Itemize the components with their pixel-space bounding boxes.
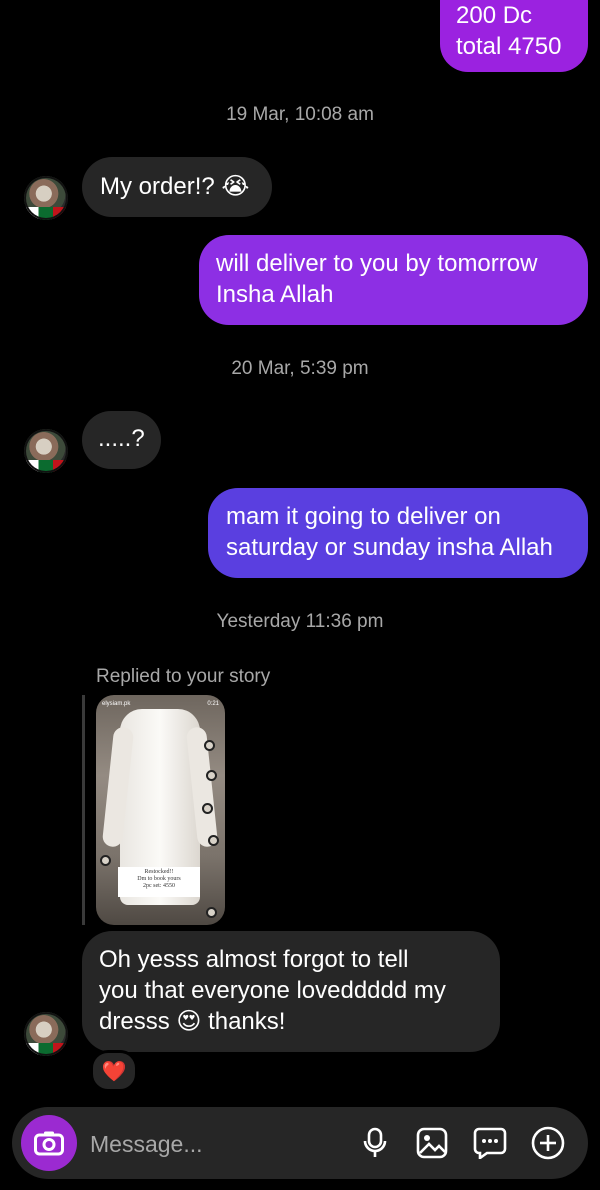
- story-caption-card: Restocked!! Dm to book yours 2pc set: 45…: [118, 867, 200, 897]
- sent-message-line: saturday or sunday insha Allah: [226, 534, 553, 561]
- gallery-icon: [416, 1127, 448, 1159]
- message-text: thanks!: [208, 1008, 286, 1035]
- plus-button[interactable]: [531, 1126, 565, 1160]
- sticker-icon: [473, 1127, 507, 1159]
- story-handle: elysiam.pk: [102, 701, 131, 707]
- message-line: you that everyone loveddddd my: [99, 977, 446, 1004]
- reply-indicator-bar: [82, 695, 85, 925]
- sent-message-line: will deliver to you by tomorrow: [216, 250, 538, 277]
- sent-message-line: 200 Dc: [456, 2, 533, 29]
- heart-reaction-icon[interactable]: ❤️: [90, 1050, 138, 1092]
- gallery-button[interactable]: [415, 1126, 449, 1160]
- sent-message-line: total 4750: [456, 33, 562, 60]
- timestamp: 20 Mar, 5:39 pm: [231, 358, 369, 379]
- microphone-icon: [363, 1127, 387, 1157]
- sent-message-line: Insha Allah: [216, 281, 334, 308]
- sent-message-line: mam it going to deliver on: [226, 503, 501, 530]
- message-composer: Message...: [12, 1107, 588, 1179]
- received-message[interactable]: .....?: [82, 411, 161, 469]
- story-caption-line: Dm to book yours: [137, 876, 181, 882]
- received-message[interactable]: My order!? 😭: [82, 157, 272, 217]
- microphone-button[interactable]: [358, 1126, 392, 1160]
- timestamp: Yesterday 11:36 pm: [216, 611, 384, 632]
- camera-icon: [34, 1131, 64, 1156]
- message-line: Oh yesss almost forgot to tell: [99, 946, 409, 973]
- story-reply-label: Replied to your story: [96, 666, 271, 687]
- story-caption-line: 2pc set: 4550: [143, 883, 175, 889]
- received-message[interactable]: Oh yesss almost forgot to tell you that …: [82, 931, 500, 1052]
- contact-avatar[interactable]: [24, 176, 68, 220]
- story-thumbnail[interactable]: elysiam.pk 0:21 Restocked!! Dm to book y…: [96, 695, 225, 925]
- sent-message[interactable]: will deliver to you by tomorrow Insha Al…: [199, 235, 588, 325]
- message-line: dresss 😍 thanks!: [99, 1006, 500, 1037]
- story-caption-line: Restocked!!: [144, 869, 174, 875]
- timestamp: 19 Mar, 10:08 am: [226, 104, 374, 125]
- story-time: 0:21: [207, 701, 219, 707]
- message-text: dresss: [99, 1008, 170, 1035]
- message-text: .....?: [98, 425, 145, 452]
- contact-avatar[interactable]: [24, 1012, 68, 1056]
- heart-eyes-emoji-icon: 😍: [176, 1008, 202, 1035]
- crying-emoji-icon: 😭: [221, 173, 250, 200]
- message-text: My order!?: [100, 173, 215, 200]
- plus-icon: [531, 1126, 565, 1160]
- contact-avatar[interactable]: [24, 429, 68, 473]
- sticker-button[interactable]: [473, 1126, 507, 1160]
- sent-message[interactable]: mam it going to deliver on saturday or s…: [208, 488, 588, 578]
- sent-message-total[interactable]: 200 Dc total 4750: [440, 0, 588, 72]
- message-input[interactable]: Message...: [90, 1131, 203, 1158]
- camera-button[interactable]: [21, 1115, 77, 1171]
